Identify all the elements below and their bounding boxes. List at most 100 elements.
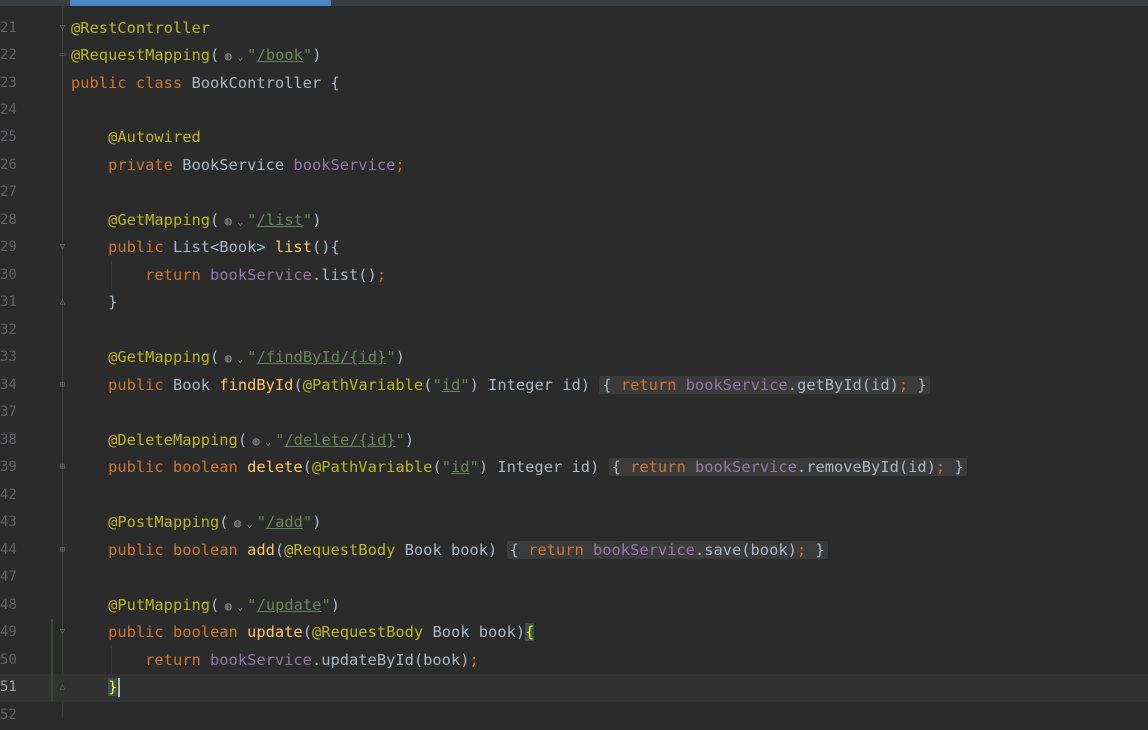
keyword: public boolean <box>108 458 248 476</box>
line-number[interactable]: 21 <box>0 15 17 43</box>
line-number[interactable]: 24 <box>0 97 17 125</box>
fold-icon[interactable]: ⊞ <box>57 545 68 556</box>
line-number[interactable]: 22 <box>0 42 17 70</box>
line-number[interactable]: 48 <box>0 592 17 620</box>
paren: ( <box>293 376 303 394</box>
line-number[interactable]: 33 <box>0 344 17 372</box>
fold-icon[interactable]: ▽ <box>57 242 68 253</box>
code-line-26: private BookService bookService; <box>71 152 405 180</box>
brace: } <box>108 293 118 311</box>
fold-icon[interactable]: ▽ <box>57 23 68 34</box>
paren: ( <box>210 211 220 229</box>
chevron-down-icon[interactable]: ⌄ <box>237 594 247 622</box>
string-quote: " <box>302 46 313 64</box>
keyword: public class <box>71 74 192 92</box>
fold-icon[interactable]: △ <box>57 297 68 308</box>
line-number[interactable]: 34 <box>0 372 17 400</box>
matched-brace: { <box>525 623 535 641</box>
code-line-51: } <box>71 674 121 702</box>
brace: { <box>330 74 340 92</box>
globe-icon[interactable]: ◍ <box>229 510 247 538</box>
string-quote: " <box>321 596 331 614</box>
code-line-34: public Book findById(@PathVariable("id")… <box>71 372 930 400</box>
paren: ) <box>312 46 322 64</box>
url-path[interactable]: /add <box>266 513 303 531</box>
string-quote: " <box>469 458 479 476</box>
line-number[interactable]: 37 <box>0 399 17 427</box>
keyword: private <box>108 156 183 174</box>
code-line-29: public List<Book> list(){ <box>71 234 340 262</box>
line-number[interactable]: 23 <box>0 70 17 98</box>
globe-icon[interactable]: ◍ <box>219 345 237 373</box>
fold-icon[interactable]: ⊞ <box>57 462 68 473</box>
chevron-down-icon[interactable]: ⌄ <box>237 209 247 237</box>
globe-icon[interactable]: ◍ <box>219 208 237 236</box>
paren: ( <box>432 458 442 476</box>
brace: } <box>806 541 825 559</box>
url-path[interactable]: /findById/{id} <box>257 348 387 366</box>
chevron-down-icon[interactable]: ⌄ <box>237 346 247 374</box>
method-name: findById <box>219 376 294 394</box>
field: bookService <box>593 541 695 559</box>
fold-icon[interactable]: ▽ <box>57 627 68 638</box>
type: BookService <box>182 156 294 174</box>
paren: ( <box>210 596 220 614</box>
line-number[interactable]: 38 <box>0 427 17 455</box>
folded-body[interactable]: { return bookService.removeById(id); } <box>608 458 967 476</box>
globe-icon[interactable]: ◍ <box>219 593 237 621</box>
line-number[interactable]: 44 <box>0 537 17 565</box>
class-name: BookController <box>191 74 331 92</box>
annotation: @RequestBody <box>284 541 396 559</box>
method-call: .list() <box>311 266 377 284</box>
semicolon: ; <box>469 651 479 669</box>
globe-icon[interactable]: ◍ <box>219 43 237 71</box>
url-path[interactable]: /book <box>257 46 303 64</box>
fold-icon[interactable]: ▭ <box>57 50 68 61</box>
line-number[interactable]: 49 <box>0 619 17 647</box>
chevron-down-icon[interactable]: ⌄ <box>265 429 275 457</box>
paren: ( <box>302 623 312 641</box>
line-number[interactable]: 27 <box>0 179 17 207</box>
semicolon: ; <box>935 458 946 476</box>
line-number[interactable]: 30 <box>0 262 17 290</box>
annotation: @PutMapping <box>108 596 211 614</box>
line-number[interactable]: 26 <box>0 152 17 180</box>
line-number[interactable]: 52 <box>0 702 17 730</box>
paren: ( <box>219 513 229 531</box>
horizontal-scroll-thumb[interactable] <box>70 0 331 6</box>
annotation: @PostMapping <box>108 513 220 531</box>
keyword: return <box>145 266 211 284</box>
line-number[interactable]: 47 <box>0 564 17 592</box>
string-quote: " <box>247 348 257 366</box>
line-number[interactable]: 28 <box>0 207 17 235</box>
url-path[interactable]: /list <box>257 211 303 229</box>
folded-body[interactable]: { return bookService.getById(id); } <box>599 376 930 394</box>
fold-icon[interactable]: △ <box>57 682 68 693</box>
line-number[interactable]: 42 <box>0 482 17 510</box>
line-number[interactable]: 50 <box>0 647 17 675</box>
line-number[interactable]: 51 <box>0 674 17 702</box>
chevron-down-icon[interactable]: ⌄ <box>237 44 247 72</box>
line-number[interactable]: 39 <box>0 454 17 482</box>
line-number[interactable]: 25 <box>0 124 17 152</box>
code-line-22: @RequestMapping(◍ ⌄ "/book") <box>71 42 321 70</box>
paren: ( <box>237 431 248 449</box>
code-line-48: @PutMapping(◍ ⌄ "/update") <box>71 592 340 620</box>
folded-body[interactable]: { return bookService.save(book); } <box>506 541 828 559</box>
paren: ( <box>274 541 285 559</box>
url-path[interactable]: /update <box>257 596 322 614</box>
vcs-change-marker[interactable] <box>51 619 53 701</box>
code-line-49: public boolean update(@RequestBody Book … <box>71 619 535 647</box>
annotation: @RestController <box>71 19 210 37</box>
line-number[interactable]: 43 <box>0 509 17 537</box>
line-number[interactable]: 32 <box>0 317 17 345</box>
string-quote: " <box>256 513 266 531</box>
url-path[interactable]: /delete/{id} <box>284 431 395 449</box>
line-number[interactable]: 29 <box>0 234 17 262</box>
line-number[interactable]: 31 <box>0 289 17 317</box>
string-literal: id <box>441 376 461 394</box>
params: ) Integer id) <box>469 376 600 394</box>
chevron-down-icon[interactable]: ⌄ <box>247 511 257 539</box>
globe-icon[interactable]: ◍ <box>247 428 265 456</box>
fold-icon[interactable]: ⊞ <box>57 380 68 391</box>
